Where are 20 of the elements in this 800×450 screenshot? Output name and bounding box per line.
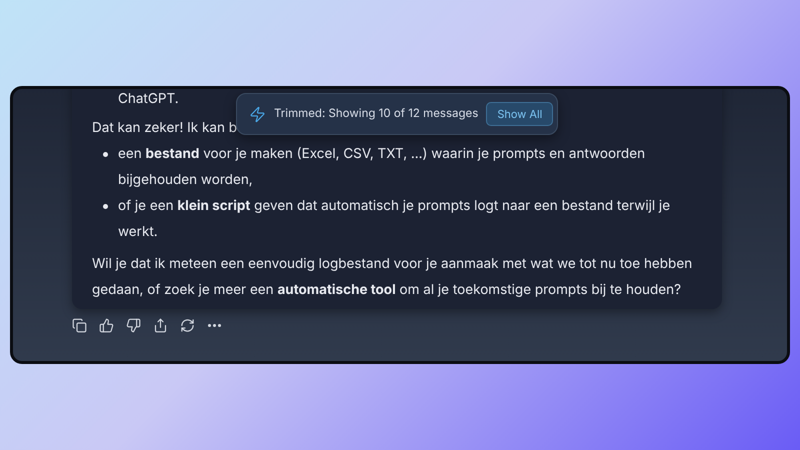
thumbs-up-icon bbox=[98, 318, 114, 332]
more-icon bbox=[208, 324, 220, 326]
refresh-button[interactable] bbox=[179, 317, 195, 333]
upload-button[interactable] bbox=[152, 317, 168, 333]
message-text: ChatGPT. bbox=[118, 91, 179, 107]
upload-icon bbox=[152, 318, 168, 332]
bullet-icon bbox=[102, 204, 108, 208]
lightning-icon bbox=[249, 106, 266, 122]
copy-icon bbox=[72, 318, 86, 332]
refresh-icon bbox=[180, 318, 194, 332]
message-text: Wil je dat ik meteen een eenvoudig logbestand voor je aanmaak met wat we tot nu toe hebben gedaan, of zoek je meer een automatische tool om al je toekomstige prompts bij te houden? bbox=[92, 255, 694, 300]
thumbs-down-button[interactable] bbox=[125, 317, 141, 333]
thumbs-down-icon bbox=[126, 318, 140, 332]
toast-text: Trimmed: Showing 10 of 12 messages bbox=[274, 105, 478, 122]
copy-button[interactable] bbox=[71, 317, 87, 333]
thumbs-up-button[interactable] bbox=[98, 317, 114, 333]
message-text: Dat kan zeker! Ik kan b bbox=[92, 120, 238, 136]
list-item-text: of je een klein script geven dat automatisch je prompts logt naar een bestand terwijl je werkt. bbox=[118, 197, 672, 242]
show-all-button[interactable]: Show All bbox=[486, 102, 554, 126]
bullet-icon bbox=[102, 152, 108, 156]
